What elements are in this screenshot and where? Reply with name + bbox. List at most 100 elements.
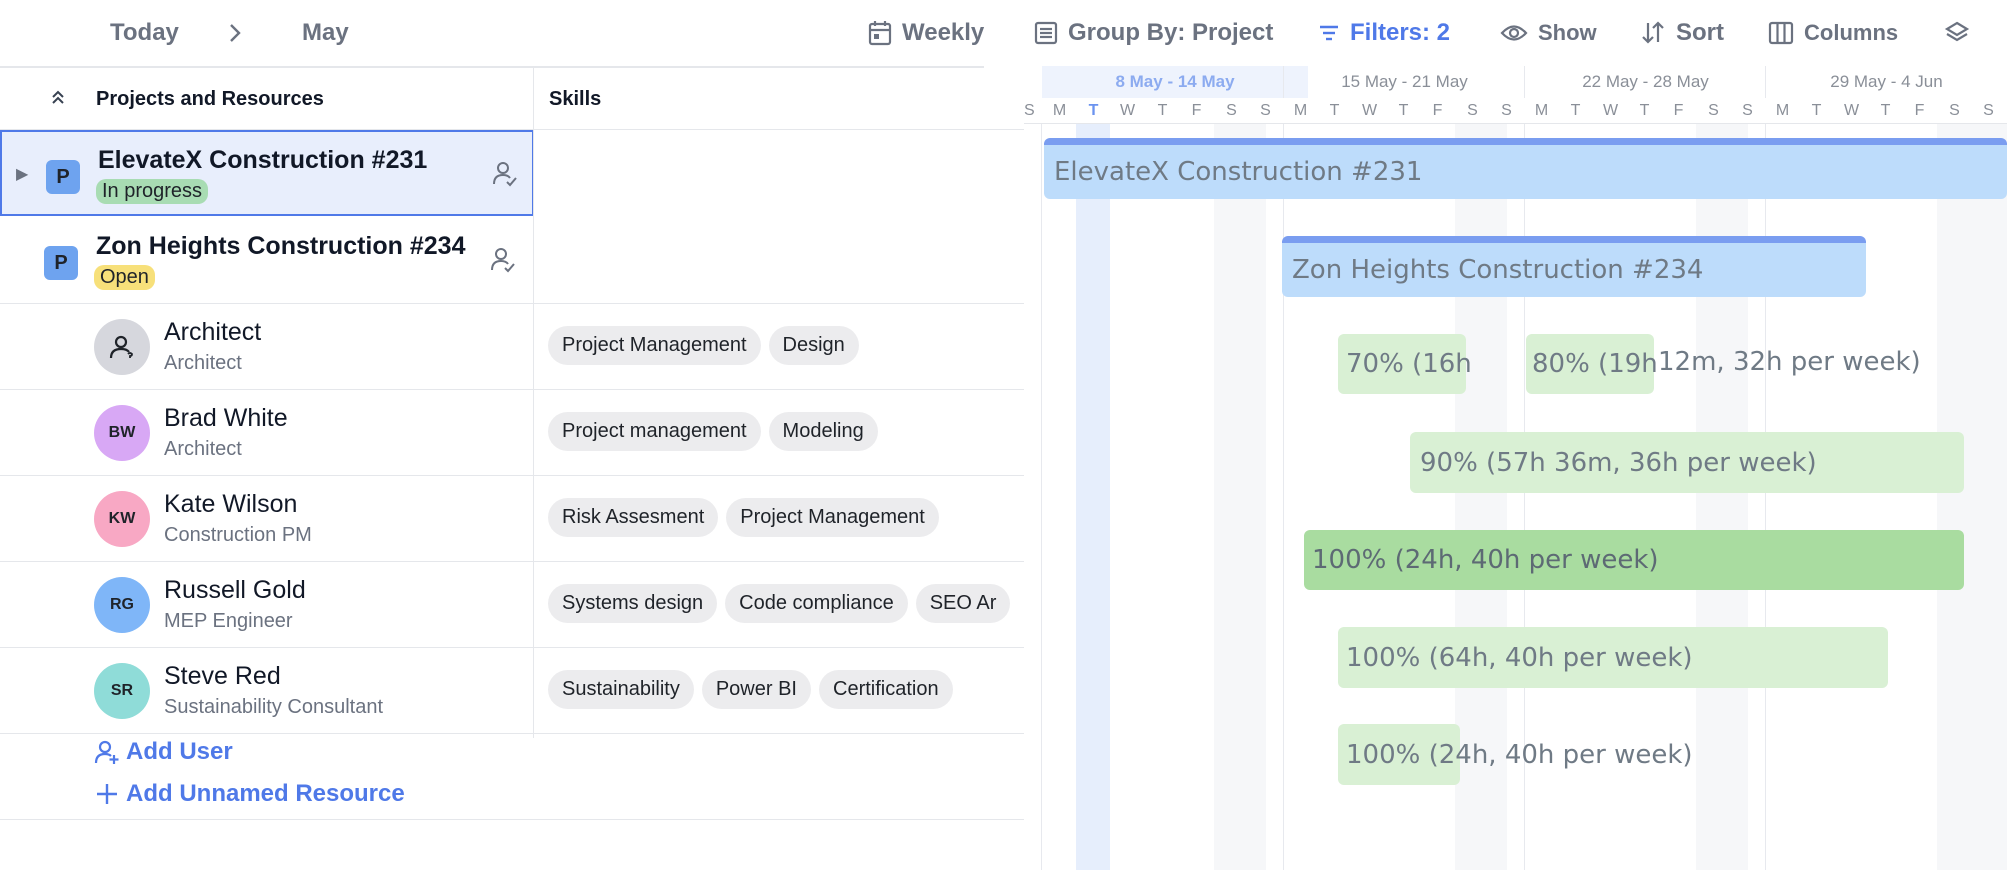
day-label: S [1501, 102, 1512, 119]
sort-label: Sort [1676, 19, 1724, 46]
add-unnamed-resource-button[interactable]: Add Unnamed Resource [94, 780, 405, 808]
resource-name[interactable]: Brad White [164, 404, 288, 433]
sort-button[interactable]: Sort [1640, 14, 1724, 52]
resource-row-brad-white[interactable]: BW Brad White Architect Project manageme… [0, 390, 1024, 476]
avatar: SR [94, 663, 150, 719]
resource-row-steve-red[interactable]: SR Steve Red Sustainability Consultant S… [0, 648, 1024, 734]
project-bar-zon-heights[interactable]: Zon Heights Construction #234 [1282, 236, 1866, 297]
assign-user-icon[interactable] [490, 246, 516, 279]
skill-chip: Project Management [548, 326, 761, 365]
allocation-bar-steve-red[interactable]: 100% (24h, 40h per week) [1338, 724, 1693, 785]
bar-label: 70% (16h [1346, 349, 1472, 379]
today-column [1076, 124, 1110, 870]
resource-name[interactable]: Russell Gold [164, 576, 306, 605]
allocation-overflow-label: 12m, 32h per week) [1658, 347, 1921, 377]
day-label: W [1119, 102, 1136, 119]
skill-list: Project Management Design [548, 326, 859, 365]
day-label: S [1983, 102, 1994, 119]
gantt-timeline[interactable]: 8 May - 14 May 15 May - 21 May 22 May - … [1024, 66, 2007, 870]
allocation-bar-architect-2[interactable]: 80% (19h [1526, 334, 1658, 394]
today-label: Today [110, 19, 179, 46]
allocation-bar-kate-wilson[interactable]: 100% (24h, 40h per week) [1304, 530, 1964, 590]
skills-column-header[interactable]: Skills [549, 88, 601, 111]
bar-label: ElevateX Construction #231 [1054, 157, 1423, 187]
resource-name[interactable]: Kate Wilson [164, 490, 297, 519]
assign-user-icon[interactable] [492, 160, 518, 193]
day-label: S [1949, 102, 1960, 119]
column-divider[interactable] [533, 68, 534, 738]
project-row-elevatex[interactable]: ▶ P ElevateX Construction #231 In progre… [0, 130, 534, 216]
project-bar-elevatex[interactable]: ElevateX Construction #231 [1044, 138, 2007, 199]
project-name[interactable]: ElevateX Construction #231 [98, 146, 427, 175]
day-label: F [1191, 102, 1202, 119]
skill-chip: Project management [548, 412, 761, 451]
allocation-bar-brad-white[interactable]: 90% (57h 36m, 36h per week) [1410, 432, 1964, 493]
day-label: F [1432, 102, 1443, 119]
next-period-button[interactable] [227, 14, 253, 52]
day-label: T [1398, 102, 1409, 119]
day-label: T [1157, 102, 1168, 119]
projects-column-header[interactable]: Projects and Resources [96, 88, 324, 111]
bar-label: Zon Heights Construction #234 [1292, 255, 1704, 285]
bar-label: 100% (24h, 40h per week) [1312, 545, 1659, 575]
avatar: RG [94, 577, 150, 633]
skill-chip: Power BI [701, 670, 811, 709]
project-name[interactable]: Zon Heights Construction #234 [96, 232, 465, 261]
resource-row-kate-wilson[interactable]: KW Kate Wilson Construction PM Risk Asse… [0, 476, 1024, 562]
day-label: T [1639, 102, 1650, 119]
day-label: T [1329, 102, 1340, 119]
month-selector[interactable]: May [302, 14, 349, 52]
show-button[interactable]: Show [1500, 14, 1597, 52]
project-badge: P [44, 246, 78, 280]
day-label: M [1293, 102, 1308, 119]
project-row-zon-heights[interactable]: P Zon Heights Construction #234 Open [0, 218, 1024, 304]
plus-icon [97, 784, 117, 804]
bar-label: 100% (64h, 40h per week) [1346, 642, 1693, 673]
day-header-row: S M T W T F S S M T W T F S S M T W T F … [1024, 98, 2007, 124]
filters-button[interactable]: Filters: 2 [1318, 14, 1450, 52]
add-user-button[interactable]: Add User [94, 738, 233, 766]
resource-name[interactable]: Steve Red [164, 662, 281, 691]
add-user-label: Add User [126, 738, 233, 765]
status-badge: Open [94, 265, 155, 290]
collapse-all-icon[interactable] [50, 88, 66, 113]
group-by-label: Group By: Project [1068, 19, 1274, 46]
today-button[interactable]: Today [110, 14, 179, 52]
view-scale-button[interactable]: Weekly [868, 14, 984, 52]
group-by-button[interactable]: Group By: Project [1034, 14, 1273, 52]
skill-chip: Systems design [548, 584, 718, 623]
week-header: 22 May - 28 May [1582, 72, 1709, 91]
grid-bottom-divider [0, 819, 1024, 820]
month-label: May [302, 19, 349, 46]
resource-row-russell-gold[interactable]: RG Russell Gold MEP Engineer Systems des… [0, 562, 1024, 648]
filters-label: Filters: 2 [1350, 19, 1451, 46]
bar-label: 100% (24h, 40h per week) [1346, 739, 1693, 770]
day-label: M [1534, 102, 1549, 119]
filter-icon [1320, 25, 1338, 41]
layers-button[interactable] [1944, 14, 1980, 52]
skill-chip: Project Management [726, 498, 939, 537]
day-label: M [1052, 102, 1067, 119]
skill-chip: Design [768, 326, 859, 365]
day-label: T [1880, 102, 1891, 119]
skill-chip: Modeling [768, 412, 878, 451]
resource-name[interactable]: Architect [164, 318, 261, 347]
expand-caret-icon[interactable]: ▶ [16, 164, 28, 184]
columns-button[interactable]: Columns [1768, 14, 1898, 52]
skill-chip: Sustainability [548, 670, 694, 709]
allocation-bar-architect-1[interactable]: 70% (16h [1338, 334, 1472, 394]
resource-row-architect[interactable]: Architect Architect Project Management D… [0, 304, 1024, 390]
layers-icon [1944, 21, 1970, 42]
resource-grid: Projects and Resources Skills ▶ P Elevat… [0, 66, 1024, 870]
allocation-bar-russell-gold[interactable]: 100% (64h, 40h per week) [1338, 627, 1888, 688]
resource-role: Construction PM [164, 524, 312, 546]
skill-list: Systems design Code compliance SEO Ar [548, 584, 1011, 623]
skill-list: Sustainability Power BI Certification [548, 670, 953, 709]
skill-chip: Risk Assesment [548, 498, 719, 537]
placeholder-user-icon [109, 335, 133, 359]
columns-icon [1768, 21, 1794, 45]
avatar [94, 319, 150, 375]
day-label: F [1673, 102, 1684, 119]
skill-chip: Code compliance [725, 584, 908, 623]
day-label: W [1602, 102, 1619, 119]
